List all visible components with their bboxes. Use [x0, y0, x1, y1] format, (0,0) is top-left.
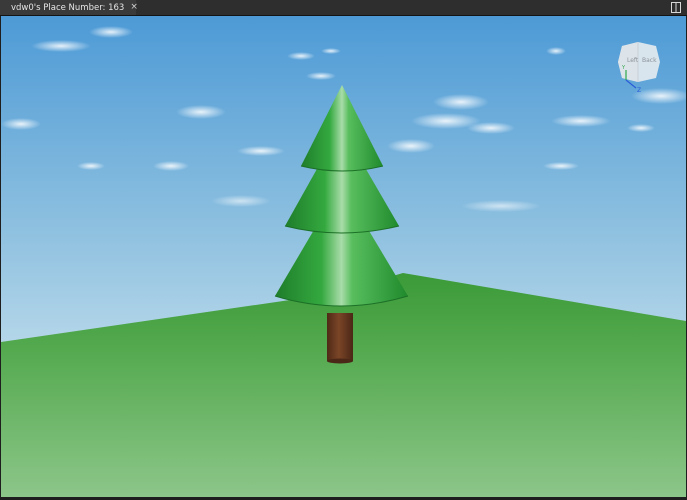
- close-tab-icon[interactable]: ×: [130, 3, 138, 12]
- tree-trunk: [327, 313, 353, 364]
- axis-z-label: Z: [637, 87, 641, 94]
- cube-left-face-label: Left: [627, 57, 639, 64]
- studio-window: vdw0's Place Number: 163 × Left Back Z Y: [0, 0, 687, 500]
- tab-bar: vdw0's Place Number: 163 ×: [0, 0, 687, 16]
- tab-title: vdw0's Place Number: 163: [11, 2, 125, 13]
- scene: [1, 16, 686, 497]
- tab-place[interactable]: vdw0's Place Number: 163 ×: [0, 0, 138, 15]
- 3d-viewport[interactable]: Left Back Z Y: [1, 16, 686, 497]
- split-view-icon[interactable]: [671, 2, 681, 13]
- axis-z-line: [625, 79, 637, 89]
- view-selector-cube[interactable]: Left Back Z Y: [616, 40, 664, 98]
- cube-back-face-label: Back: [642, 57, 657, 64]
